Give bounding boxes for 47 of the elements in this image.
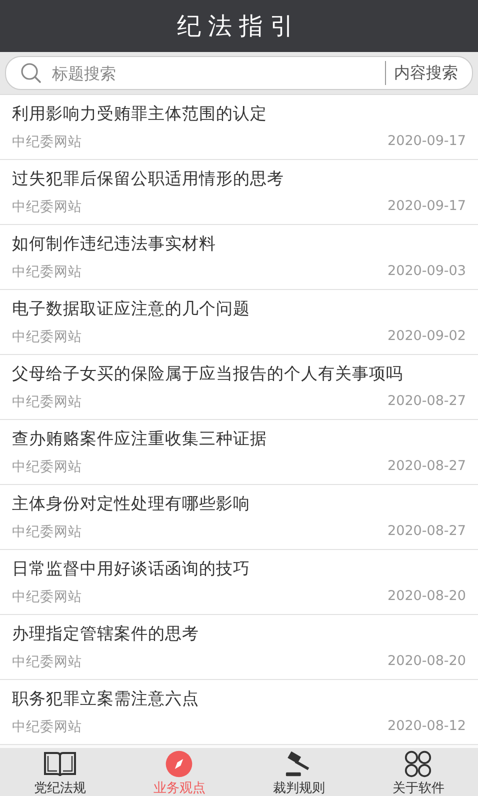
article-source: 中纪委网站: [12, 393, 82, 411]
article-item[interactable]: 过失犯罪后保留公职适用情形的思考 中纪委网站 2020-09-17: [0, 160, 478, 225]
article-date: 2020-08-27: [388, 393, 466, 411]
article-source: 中纪委网站: [12, 198, 82, 216]
article-title: 如何制作违纪违法事实材料: [12, 233, 217, 255]
article-title: 电子数据取证应注意的几个问题: [12, 298, 251, 320]
article-source: 中纪委网站: [12, 263, 82, 281]
article-source: 中纪委网站: [12, 718, 82, 736]
article-source: 中纪委网站: [12, 588, 82, 606]
article-date: 2020-08-27: [388, 523, 466, 541]
article-title: 职务犯罪立案需注意六点: [12, 688, 200, 710]
search-icon: [20, 62, 42, 84]
article-source: 中纪委网站: [12, 328, 82, 346]
article-date: 2020-09-03: [388, 263, 466, 281]
article-item[interactable]: 主体身份对定性处理有哪些影响 中纪委网站 2020-08-27: [0, 485, 478, 550]
article-source: 中纪委网站: [12, 523, 82, 541]
article-date: 2020-09-17: [388, 133, 466, 151]
article-title: 过失犯罪后保留公职适用情形的思考: [12, 168, 285, 190]
content-search-button[interactable]: 内容搜索: [385, 61, 472, 85]
page-title: 纪法指引: [177, 11, 301, 42]
article-item[interactable]: 如何制作违纪违法事实材料 中纪委网站 2020-09-03: [0, 225, 478, 290]
article-item[interactable]: 利用影响力受贿罪主体范围的认定 中纪委网站 2020-09-17: [0, 95, 478, 160]
article-item[interactable]: 日常监督中用好谈话函询的技巧 中纪委网站 2020-08-20: [0, 550, 478, 615]
article-title: 利用影响力受贿罪主体范围的认定: [12, 103, 268, 125]
tab[interactable]: 关于软件: [358, 748, 478, 796]
article-date: 2020-09-17: [388, 198, 466, 216]
article-item[interactable]: 电子数据取证应注意的几个问题 中纪委网站 2020-09-02: [0, 290, 478, 355]
article-date: 2020-08-27: [388, 458, 466, 476]
tab[interactable]: 裁判规则: [239, 748, 358, 796]
article-item[interactable]: 查办贿赂案件应注重收集三种证据 中纪委网站 2020-08-27: [0, 420, 478, 485]
article-source: 中纪委网站: [12, 458, 82, 476]
article-title: 主体身份对定性处理有哪些影响: [12, 493, 251, 515]
article-date: 2020-08-20: [388, 588, 466, 606]
article-title: 办理指定管辖案件的思考: [12, 623, 200, 645]
article-date: 2020-08-12: [388, 718, 466, 736]
article-item[interactable]: 父母给子女买的保险属于应当报告的个人有关事项吗 中纪委网站 2020-08-27: [0, 355, 478, 420]
article-item[interactable]: 办理指定管辖案件的思考 中纪委网站 2020-08-20: [0, 615, 478, 680]
search-field[interactable]: 标题搜索 内容搜索: [5, 56, 473, 90]
article-date: 2020-09-02: [388, 328, 466, 346]
article-source: 中纪委网站: [12, 133, 82, 151]
article-source: 中纪委网站: [12, 653, 82, 671]
tab[interactable]: 党纪法规: [0, 748, 120, 796]
article-title: 父母给子女买的保险属于应当报告的个人有关事项吗: [12, 363, 404, 385]
article-date: 2020-08-20: [388, 653, 466, 671]
article-title: 日常监督中用好谈话函询的技巧: [12, 558, 251, 580]
article-title: 查办贿赂案件应注重收集三种证据: [12, 428, 268, 450]
book-icon: [42, 750, 77, 778]
